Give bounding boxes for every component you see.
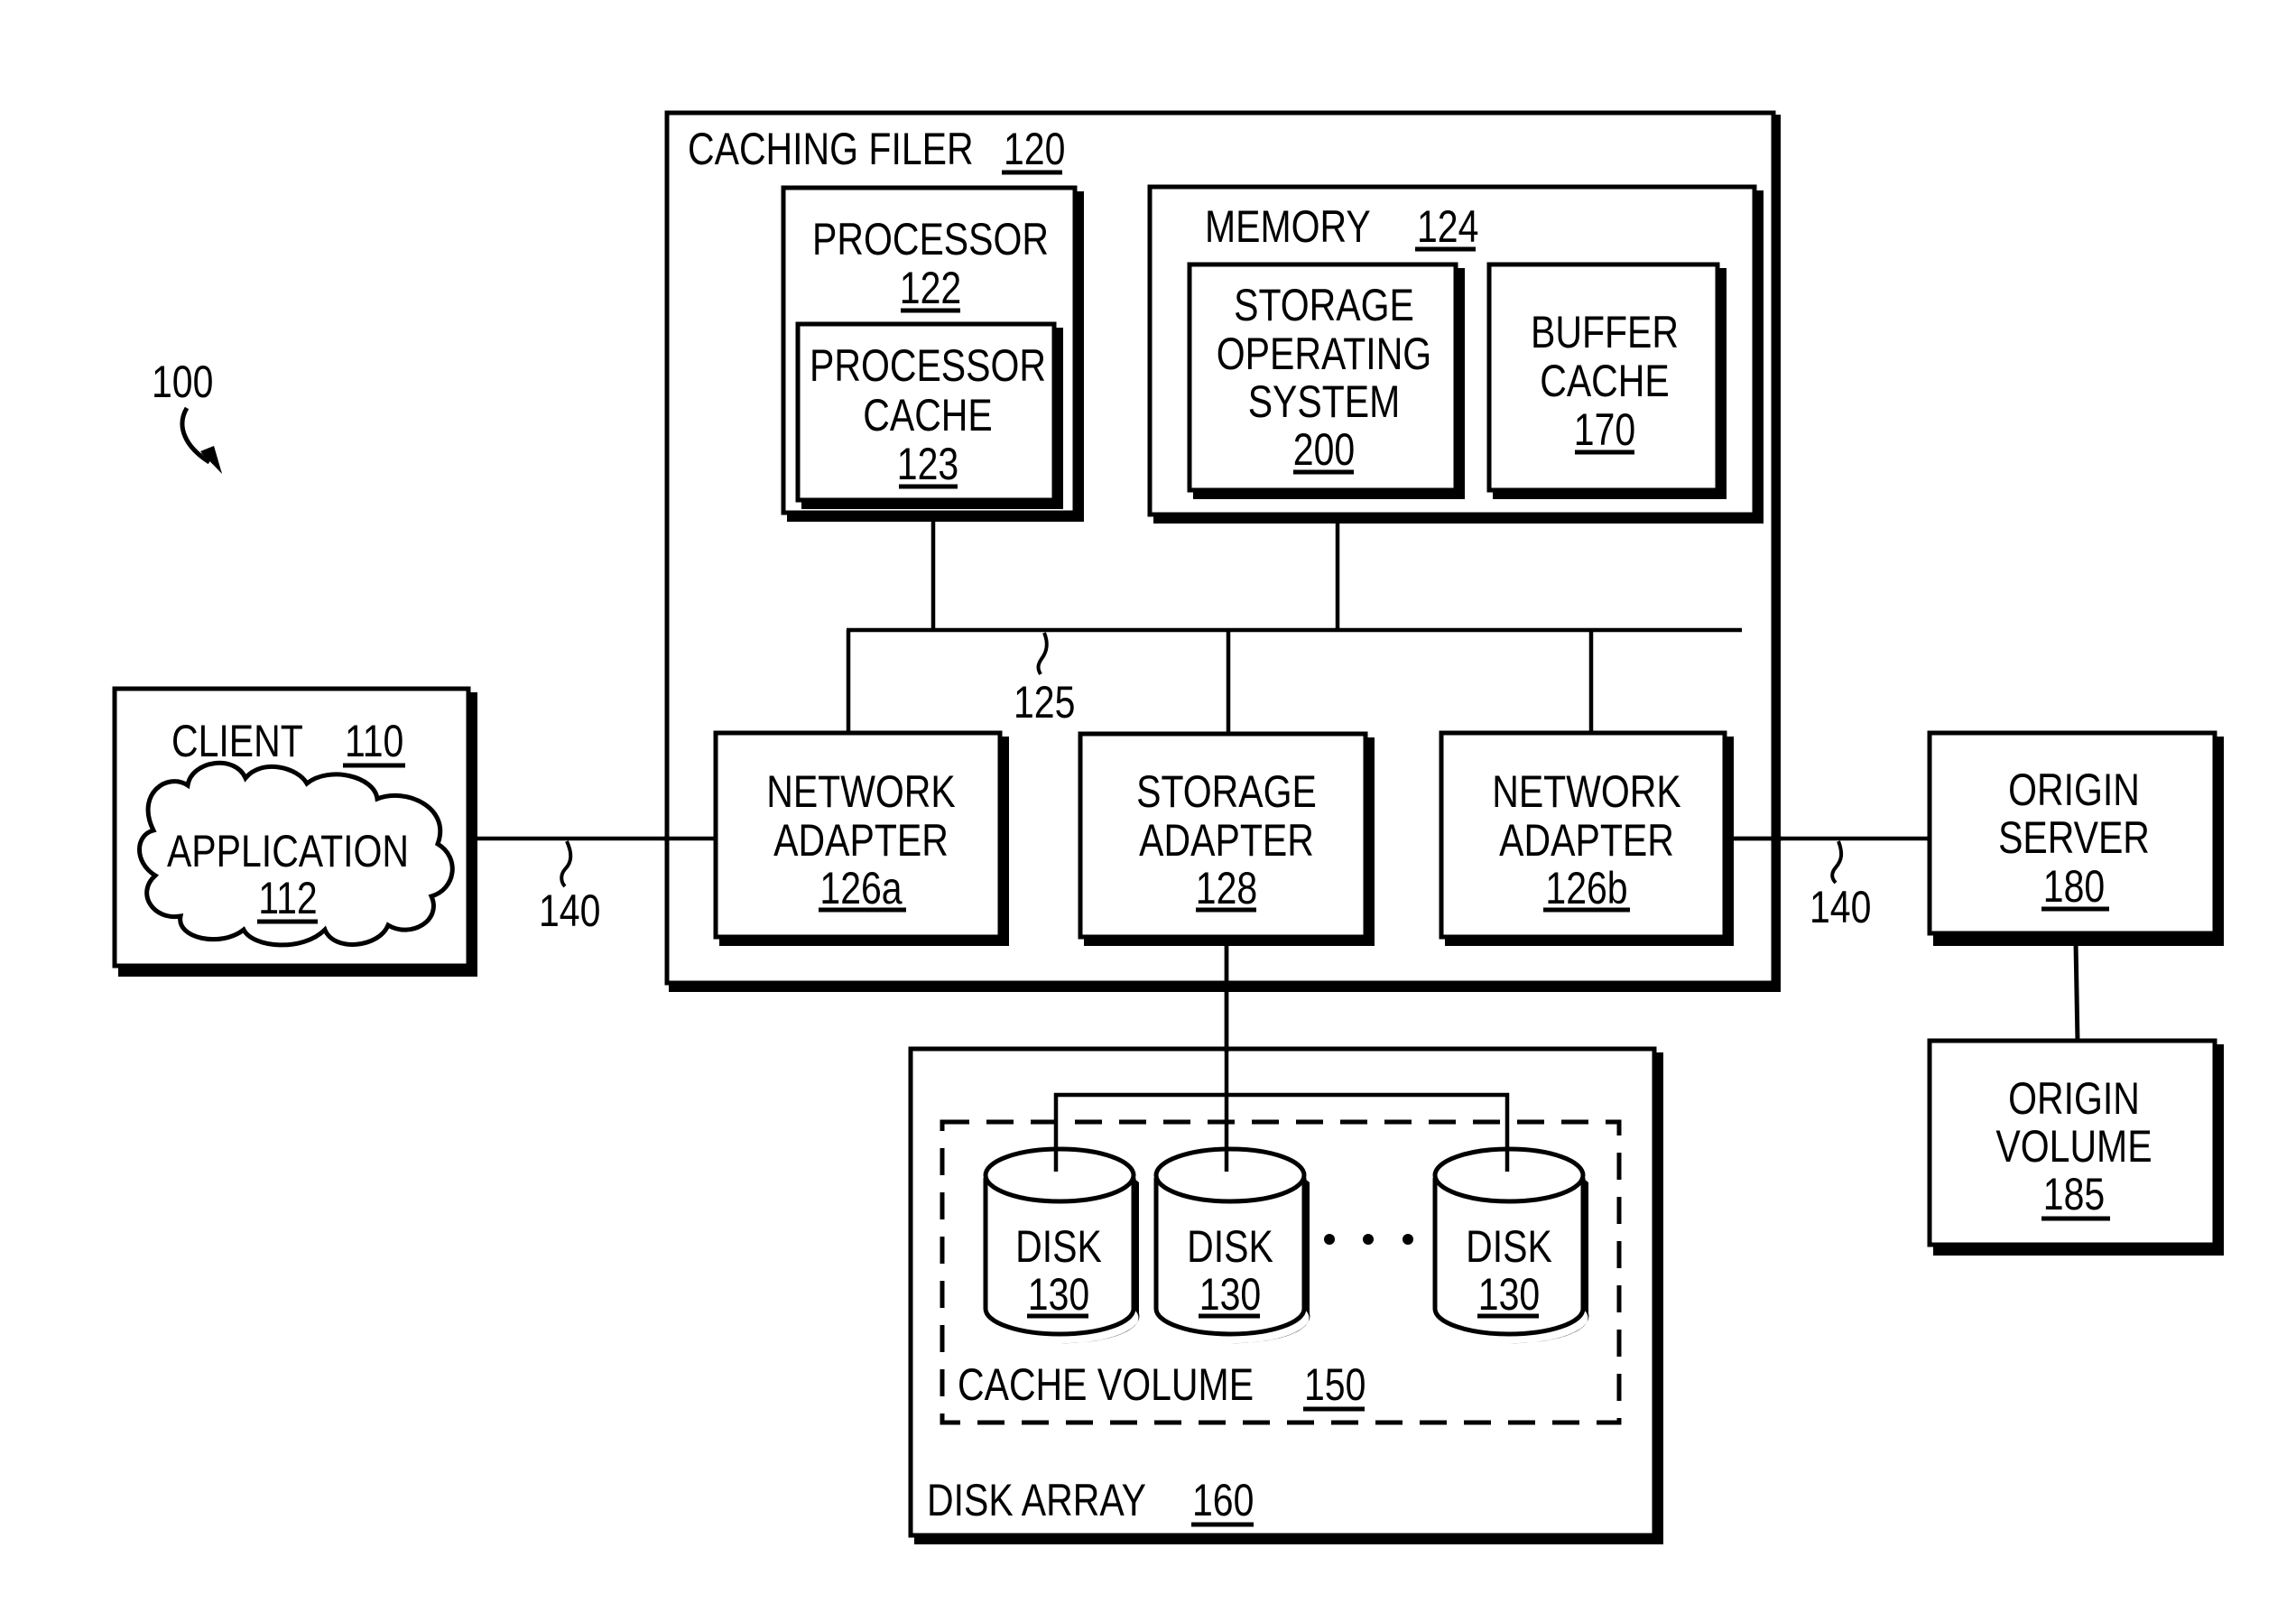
disk-3-ref: 130: [1478, 1269, 1540, 1320]
buffer-cache-line-1: BUFFER: [1531, 307, 1679, 357]
network-left-ref: 140: [539, 885, 600, 936]
application-ref: 112: [258, 873, 317, 923]
network-adapter-a-box[interactable]: NETWORK ADAPTER 126a: [713, 730, 1009, 946]
disk-2[interactable]: DISK 130: [1153, 1146, 1310, 1344]
network-adapter-a-line-2: ADAPTER: [773, 815, 949, 866]
network-adapter-b-line-1: NETWORK: [1492, 766, 1681, 817]
storage-adapter-ref: 128: [1196, 863, 1257, 913]
client-title: CLIENT: [171, 716, 303, 766]
storage-os-ref: 200: [1293, 424, 1355, 475]
client-box[interactable]: CLIENT 110 APPLICATION 112: [112, 686, 477, 977]
cache-volume-title: CACHE VOLUME: [958, 1359, 1254, 1410]
origin-server-line-2: SERVER: [1998, 812, 2150, 863]
figure-reference: 100: [152, 357, 222, 474]
storage-os-line-2: OPERATING: [1217, 329, 1431, 379]
storage-os-line-1: STORAGE: [1234, 280, 1414, 330]
caching-filer-diagram: 100 CLIENT 110 APPLICATION 112 140 CACHI…: [112, 110, 2224, 1544]
processor-cache-box[interactable]: PROCESSOR CACHE 123: [795, 321, 1063, 509]
origin-volume-line-2: VOLUME: [1995, 1121, 2152, 1172]
disk-1-title: DISK: [1015, 1221, 1102, 1272]
network-adapter-b-box[interactable]: NETWORK ADAPTER 126b: [1439, 730, 1734, 946]
client-ref: 110: [345, 716, 403, 766]
disk-2-ref: 130: [1199, 1269, 1261, 1320]
processor-title: PROCESSOR: [812, 214, 1049, 264]
origin-volume-box[interactable]: ORIGIN VOLUME 185: [1927, 1038, 2224, 1256]
buffer-cache-line-2: CACHE: [1540, 356, 1670, 406]
buffer-cache-ref: 170: [1574, 404, 1635, 455]
disk-array-title: DISK ARRAY: [927, 1475, 1146, 1525]
processor-ref: 122: [900, 263, 961, 313]
network-adapter-b-line-2: ADAPTER: [1499, 815, 1674, 866]
processor-cache-line-1: PROCESSOR: [810, 340, 1046, 391]
figure-ref-label: 100: [152, 357, 213, 407]
network-adapter-a-line-1: NETWORK: [766, 766, 956, 817]
storage-adapter-line-1: STORAGE: [1136, 766, 1317, 817]
disk-3-title: DISK: [1466, 1221, 1552, 1272]
caching-filer-title: CACHING FILER: [688, 124, 974, 174]
cache-volume-ref: 150: [1304, 1359, 1366, 1410]
application-title: APPLICATION: [167, 826, 409, 876]
origin-server-ref: 180: [2043, 861, 2105, 912]
network-adapter-a-ref: 126a: [819, 863, 903, 913]
bus-ref: 125: [1014, 677, 1075, 728]
disk-1[interactable]: DISK 130: [983, 1146, 1140, 1344]
memory-ref: 124: [1417, 201, 1478, 252]
processor-cache-line-2: CACHE: [863, 390, 993, 440]
origin-volume-ref: 185: [2043, 1169, 2105, 1219]
storage-adapter-box[interactable]: STORAGE ADAPTER 128: [1078, 731, 1375, 946]
network-right-ref: 140: [1810, 882, 1871, 932]
disk-array-ref: 160: [1192, 1475, 1254, 1525]
buffer-cache-box[interactable]: BUFFER CACHE 170: [1486, 262, 1727, 499]
origin-server-box[interactable]: ORIGIN SERVER 180: [1927, 730, 2224, 946]
origin-volume-line-1: ORIGIN: [2008, 1073, 2140, 1124]
disk-1-ref: 130: [1028, 1269, 1089, 1320]
caching-filer-ref: 120: [1004, 124, 1065, 174]
disk-2-title: DISK: [1187, 1221, 1273, 1272]
storage-adapter-line-2: ADAPTER: [1139, 815, 1314, 866]
origin-server-line-1: ORIGIN: [2008, 765, 2140, 815]
processor-cache-ref: 123: [897, 439, 958, 489]
storage-os-box[interactable]: STORAGE OPERATING SYSTEM 200: [1187, 262, 1465, 499]
storage-os-line-3: SYSTEM: [1248, 376, 1401, 427]
disk-3[interactable]: DISK 130: [1432, 1146, 1589, 1344]
origin-link: [2073, 942, 2080, 1043]
network-adapter-b-ref: 126b: [1545, 863, 1627, 913]
memory-title: MEMORY: [1205, 201, 1371, 252]
